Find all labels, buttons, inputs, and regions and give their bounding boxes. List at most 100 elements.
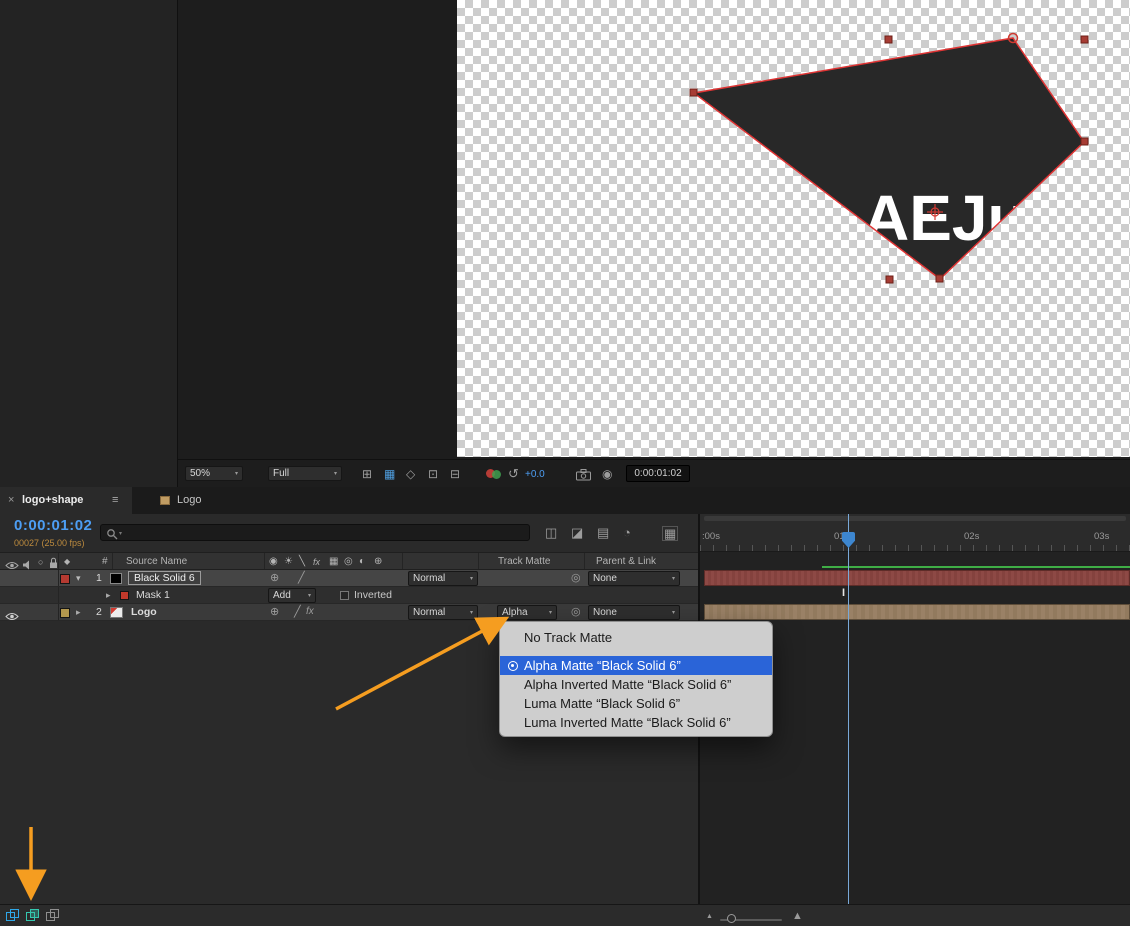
close-icon[interactable]: × [8,494,14,506]
mask-name[interactable]: Mask 1 [136,587,170,604]
track-matte-dropdown[interactable]: Alpha ▾ [497,605,557,620]
mask-property-marker[interactable]: I [842,587,845,599]
expander-icon[interactable]: ▸ [76,607,81,618]
current-time-display[interactable]: 0:00:01:02 [14,517,92,534]
comp-overlay: AEJu [457,0,1130,457]
label-color-swatch[interactable] [60,574,70,584]
menu-item-luma-matte[interactable]: Luma Matte “Black Solid 6” [500,694,772,713]
inverted-label: Inverted [354,587,392,604]
mask-shape[interactable] [694,38,1084,279]
resolution-dropdown[interactable]: Full ▾ [268,466,342,481]
footage-thumbnail [110,607,123,618]
anchor-switch-icon[interactable]: ⊕ [270,607,279,618]
comp-icon [160,496,170,505]
quality-switch-icon[interactable]: ╱ [298,573,305,584]
snapshot-camera-icon[interactable] [576,468,591,486]
expander-icon[interactable]: ▸ [106,590,111,601]
inverted-checkbox[interactable] [340,591,349,600]
effects-switch-icon[interactable]: fx [306,607,314,617]
magnification-value: 50% [190,468,210,479]
chevron-down-icon: ▾ [308,592,311,599]
search-input[interactable] [129,526,521,539]
project-panel [0,0,178,487]
frame-blend-icon: ▦ [329,553,338,571]
solid-thumbnail [110,573,122,584]
menu-item-label: Luma Matte “Black Solid 6” [524,696,680,711]
eye-icon[interactable] [5,608,19,626]
cached-frames-indicator [822,566,1130,568]
viewer-toolbar: 50% ▾ Full ▾ ⊞ ▦ ◇ ⊡ ⊟ ↺ +0.0 ◉ 0:00:01:… [178,459,1130,487]
parent-dropdown[interactable]: None ▾ [588,605,680,620]
layer-bar-black-solid[interactable] [704,570,1130,586]
radio-selected-icon [508,661,518,671]
expand-in-out-icon[interactable] [46,909,59,926]
mask-mode-dropdown[interactable]: Add ▾ [268,588,316,603]
layer-row-black-solid[interactable]: ▾ 1 Black Solid 6 ⊕ ╱ Normal ▾ ◎ None ▾ [0,570,698,587]
timeline-zoom-handle[interactable] [727,914,736,923]
expand-transfer-controls-icon[interactable] [26,909,39,926]
menu-item-no-track-matte[interactable]: No Track Matte [500,626,772,648]
quality-icon: ╲ [299,553,305,571]
anchor-switch-icon[interactable]: ⊕ [270,573,279,584]
motion-blur-icon[interactable]: ◔ [623,526,631,539]
menu-item-luma-inverted-matte[interactable]: Luma Inverted Matte “Black Solid 6” [500,713,772,732]
zoom-in-icon[interactable]: ▲ [792,910,803,922]
mask-visibility-icon[interactable]: ◇ [406,468,415,480]
graph-editor-icon[interactable]: ▦ [662,526,678,541]
layer-bar-logo[interactable] [704,604,1130,620]
magnification-dropdown[interactable]: 50% ▾ [185,466,243,481]
tab-logo-shape[interactable]: × logo+shape ≡ [0,487,132,514]
time-ruler[interactable]: :00s 01s 02s 03s [700,514,1130,552]
reset-exposure-icon[interactable]: ↺ [508,467,519,480]
comp-canvas[interactable]: AEJu [457,0,1130,457]
parent-pick-whip-icon[interactable]: ◎ [571,607,581,618]
guides-icon[interactable]: ⊟ [450,468,460,480]
parent-pick-whip-icon[interactable]: ◎ [571,573,581,584]
draft-3d-icon[interactable]: ◪ [571,526,583,539]
mask-mode-value: Add [273,590,291,601]
show-channel-icon[interactable] [486,469,502,479]
chevron-down-icon: ▾ [549,609,552,616]
label-color-swatch[interactable] [60,608,70,618]
comp-mini-flowchart-icon[interactable]: ◫ [545,526,557,539]
frame-info: 00027 (25.00 fps) [14,538,85,548]
choose-grid-icon[interactable]: ⊞ [362,468,372,480]
quality-switch-icon[interactable]: ╱ [294,607,301,618]
shy-icon: ◉ [269,553,278,571]
parent-value: None [593,573,617,584]
solo-icon: ○ [38,553,43,571]
motion-blur-column-icon: ◎ [344,553,353,571]
preview-timecode[interactable]: 0:00:01:02 [626,465,690,482]
show-snapshot-icon[interactable]: ◉ [602,468,612,480]
tab-logo[interactable]: Logo [150,487,226,514]
playhead-line[interactable] [848,514,849,905]
transparency-grid-icon[interactable]: ▦ [384,468,395,480]
exposure-value[interactable]: +0.0 [525,469,545,480]
work-area-bar[interactable] [704,516,1126,521]
search-box[interactable]: ▾ [100,524,530,541]
timeline-tab-bar: × logo+shape ≡ Logo [0,487,1130,514]
blend-mode-dropdown[interactable]: Normal ▾ [408,605,478,620]
chevron-down-icon: ▾ [119,530,122,537]
layer-name[interactable]: Logo [131,604,157,621]
menu-item-alpha-inverted-matte[interactable]: Alpha Inverted Matte “Black Solid 6” [500,675,772,694]
frame-blending-icon[interactable]: ▤ [597,526,609,539]
tab-label: logo+shape [22,494,83,506]
source-name-header: Source Name [126,553,187,571]
blend-mode-dropdown[interactable]: Normal ▾ [408,571,478,586]
mask-color-swatch[interactable] [120,591,129,600]
parent-value: None [593,607,617,618]
parent-dropdown[interactable]: None ▾ [588,571,680,586]
chevron-down-icon: ▾ [235,470,238,477]
ruler-label: 02s [964,531,979,542]
region-of-interest-icon[interactable]: ⊡ [428,468,438,480]
effects-icon: fx [313,553,320,571]
layer-row-logo[interactable]: ▸ 2 Logo ⊕ ╱ fx Normal ▾ Alpha ▾ ◎ None … [0,604,698,621]
layer-name[interactable]: Black Solid 6 [128,571,201,585]
expander-icon[interactable]: ▾ [76,573,81,584]
mask-row[interactable]: ▸ Mask 1 Add ▾ Inverted [0,587,698,604]
zoom-out-icon[interactable]: ▲ [706,913,713,920]
expand-layer-switches-icon[interactable] [6,909,19,926]
menu-item-alpha-matte[interactable]: Alpha Matte “Black Solid 6” [500,656,772,675]
panel-menu-icon[interactable]: ≡ [112,494,118,506]
